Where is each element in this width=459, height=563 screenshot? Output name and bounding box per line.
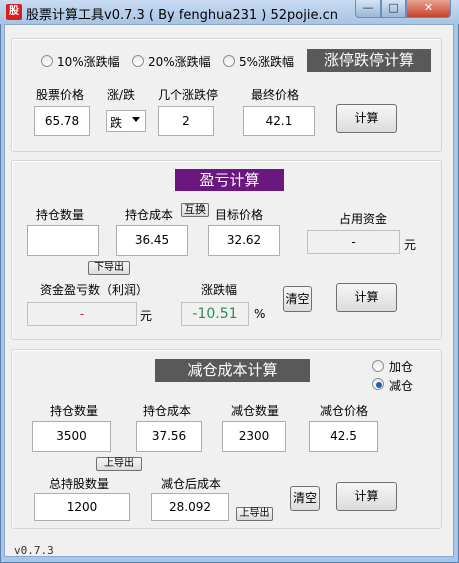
capital-unit: 元 [404, 238, 417, 252]
change-pct-label: 涨跌幅 [201, 283, 238, 297]
direction-select[interactable]: 跌 [106, 110, 146, 132]
radio-10pct-label: 10%涨跌幅 [57, 55, 120, 69]
stock-price-input[interactable]: 65.78 [34, 106, 90, 136]
pnl-value: - [27, 302, 137, 326]
capital-value: - [307, 230, 400, 254]
after-cost-label: 减仓后成本 [161, 477, 222, 491]
profit-calc-banner: 盈亏计算 [175, 169, 284, 191]
swap-button[interactable]: 互换 [181, 203, 209, 217]
reduce-hold-qty-label: 持仓数量 [50, 404, 99, 418]
total-shares-input[interactable]: 1200 [34, 493, 130, 521]
window-title: 股票计算工具v0.7.3 ( By fenghua231 ) 52pojie.c… [26, 8, 339, 23]
hold-cost-label: 持仓成本 [125, 208, 174, 222]
after-cost-input[interactable]: 28.092 [151, 493, 229, 521]
profit-calc-button[interactable]: 计算 [336, 283, 397, 312]
target-price-input[interactable]: 32.62 [208, 225, 280, 256]
profit-clear-button[interactable]: 清空 [283, 286, 312, 312]
pnl-label: 资金盈亏数（利润） [40, 283, 149, 297]
export-down-button[interactable]: 下导出 [88, 261, 130, 275]
radio-reduce-position[interactable] [372, 378, 384, 390]
change-pct-unit: % [254, 307, 266, 321]
limit-count-input[interactable]: 2 [158, 106, 214, 136]
reduce-qty-input[interactable]: 2300 [222, 421, 286, 452]
hold-cost-input[interactable]: 36.45 [116, 225, 188, 256]
capital-label: 占用资金 [339, 212, 388, 226]
radio-5pct-label: 5%涨跌幅 [239, 55, 295, 69]
price-label: 股票价格 [36, 88, 85, 102]
total-shares-label: 总持股数量 [49, 477, 110, 491]
hold-qty-input[interactable] [27, 225, 99, 256]
reduce-clear-button[interactable]: 清空 [290, 486, 320, 511]
maximize-button[interactable]: □ [381, 0, 406, 18]
close-button[interactable]: ✕ [406, 0, 451, 18]
export-up-button[interactable]: 上导出 [96, 457, 142, 471]
export-up-button-2[interactable]: 上导出 [236, 507, 273, 521]
radio-20pct-label: 20%涨跌幅 [148, 55, 211, 69]
direction-value: 跌 [110, 116, 123, 130]
final-price-input[interactable]: 42.1 [243, 106, 315, 136]
reduce-price-label: 减仓价格 [320, 404, 369, 418]
reduce-calc-banner: 减仓成本计算 [155, 359, 310, 382]
reduce-hold-cost-input[interactable]: 37.56 [136, 421, 202, 452]
radio-20pct[interactable] [132, 55, 144, 67]
final-price-label: 最终价格 [251, 88, 300, 102]
radio-add-label: 加仓 [389, 360, 414, 374]
hold-qty-label: 持仓数量 [36, 208, 85, 222]
pnl-unit: 元 [140, 309, 153, 323]
reduce-hold-cost-label: 持仓成本 [143, 404, 192, 418]
reduce-qty-label: 减仓数量 [231, 404, 280, 418]
minimize-button[interactable]: — [355, 0, 381, 18]
app-logo-icon: 股 [6, 4, 22, 20]
limit-count-label: 几个涨跌停 [158, 88, 219, 102]
chevron-down-icon [132, 117, 140, 122]
limit-calc-banner: 涨停跌停计算 [307, 49, 431, 72]
reduce-calc-button[interactable]: 计算 [336, 482, 397, 511]
direction-label: 涨/跌 [107, 88, 136, 102]
radio-10pct[interactable] [41, 55, 53, 67]
radio-5pct[interactable] [223, 55, 235, 67]
version-label: v0.7.3 [14, 544, 54, 557]
radio-reduce-label: 减仓 [389, 379, 414, 393]
reduce-hold-qty-input[interactable]: 3500 [32, 421, 111, 452]
target-price-label: 目标价格 [215, 208, 264, 222]
reduce-price-input[interactable]: 42.5 [309, 421, 378, 452]
change-pct-value: -10.51 [181, 302, 249, 326]
limit-calc-button[interactable]: 计算 [336, 104, 397, 133]
radio-add-position[interactable] [372, 360, 384, 372]
